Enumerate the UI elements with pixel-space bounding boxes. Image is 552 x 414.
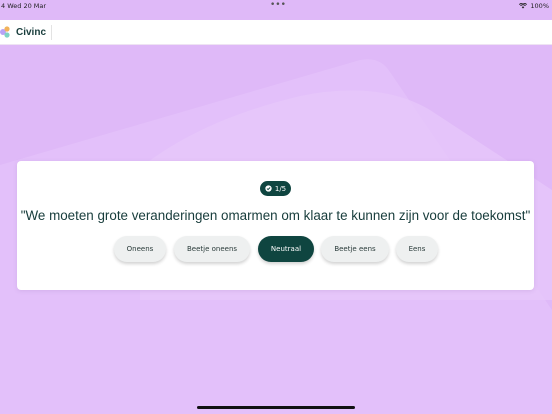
status-time: 4 Wed 20 Mar <box>1 2 47 10</box>
answer-beetje-oneens-button[interactable]: Beetje oneens <box>174 236 250 262</box>
answer-oneens-button[interactable]: Oneens <box>114 236 166 262</box>
wifi-icon <box>519 3 528 9</box>
answer-neutraal-button[interactable]: Neutraal <box>258 236 314 262</box>
header-divider <box>51 25 52 40</box>
progress-badge: 1/5 <box>260 181 291 196</box>
battery-label: 100% <box>530 2 549 10</box>
app-name: Civinc <box>16 26 47 38</box>
question-card: 1/5 "We moeten grote veranderingen omarm… <box>17 161 534 290</box>
app-logo[interactable]: Civinc <box>0 26 46 38</box>
answer-beetje-eens-button[interactable]: Beetje eens <box>321 236 389 262</box>
statement-text: "We moeten grote veranderingen omarmen o… <box>20 208 531 223</box>
answer-eens-button[interactable]: Eens <box>396 236 438 262</box>
progress-label: 1/5 <box>274 184 287 193</box>
check-circle-icon <box>265 185 272 192</box>
status-bar: 4 Wed 20 Mar ••• 100% <box>0 0 552 13</box>
multitasking-dots[interactable]: ••• <box>270 0 286 10</box>
civinc-logo-icon <box>0 26 10 38</box>
status-right: 100% <box>519 2 549 10</box>
home-indicator[interactable] <box>197 406 355 409</box>
app-header: Civinc <box>0 20 552 45</box>
